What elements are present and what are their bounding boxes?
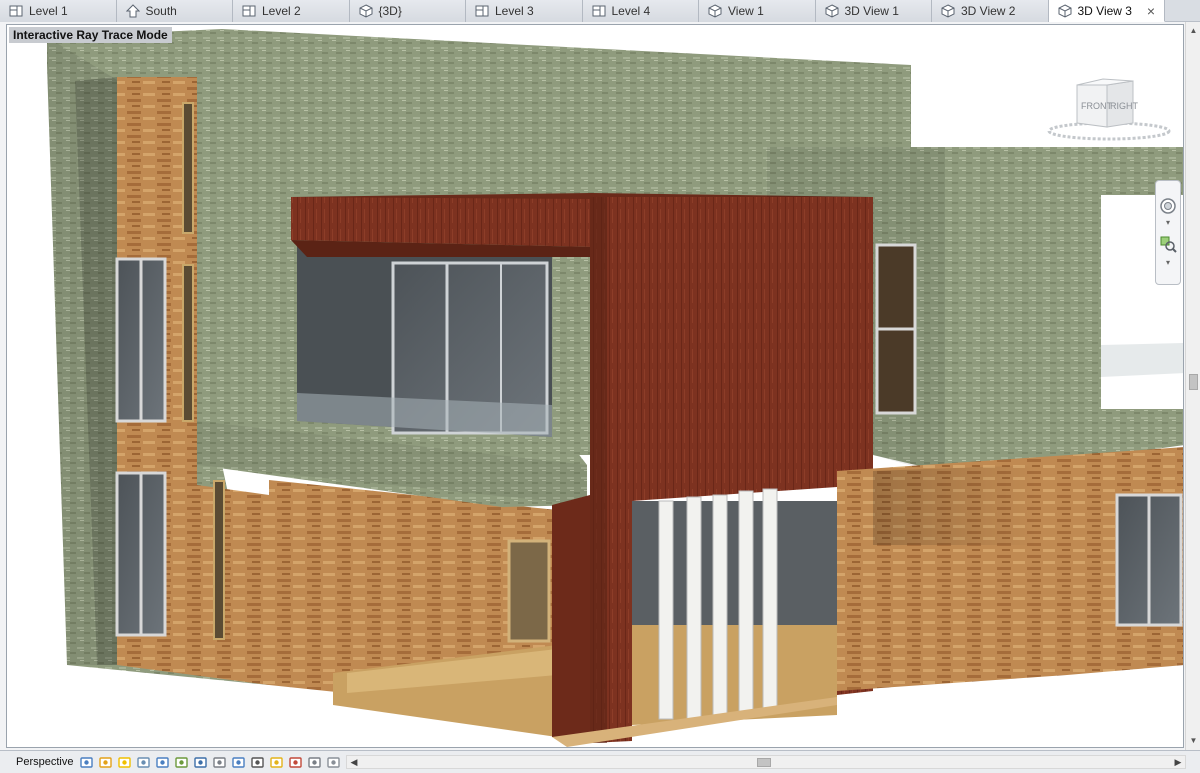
louver-fin-3 — [712, 494, 728, 718]
view-tab-level-3[interactable]: Level 3 — [466, 0, 583, 22]
shadows-icon[interactable] — [116, 754, 132, 770]
view-tab-label: Level 2 — [262, 4, 301, 18]
louver-fin-4 — [738, 490, 754, 714]
sun-path-icon[interactable] — [97, 754, 113, 770]
3d-view-icon — [941, 4, 955, 18]
steering-menu-arrow-icon[interactable]: ▾ — [1164, 219, 1172, 227]
scroll-left-icon[interactable]: ◀ — [349, 758, 359, 767]
view-tab-3d-view-1[interactable]: 3D View 1 — [815, 0, 932, 22]
vertical-scroll-thumb[interactable] — [1189, 374, 1198, 390]
louver-fin-1 — [658, 500, 674, 720]
drawing-canvas[interactable]: Interactive Ray Trace Mode FRONT RIGHT ▾… — [6, 24, 1184, 748]
3d-view-icon — [708, 4, 722, 18]
lightbulb-icon[interactable] — [268, 754, 284, 770]
floor-plan-icon — [475, 4, 489, 18]
constraints-icon[interactable] — [325, 754, 341, 770]
viewport: Interactive Ray Trace Mode FRONT RIGHT ▾… — [0, 22, 1200, 750]
3d-view-icon — [825, 4, 839, 18]
floor-plan-icon — [242, 4, 256, 18]
view-control-bar: Perspective ◀ ▶ — [0, 750, 1200, 773]
view-tab-label: Level 3 — [495, 4, 534, 18]
zoom-menu-arrow-icon[interactable]: ▾ — [1164, 259, 1172, 267]
visual-style-icon[interactable] — [78, 754, 94, 770]
navigation-bar: ▾ ▾ — [1155, 180, 1181, 285]
3d-model-render[interactable] — [7, 25, 1184, 748]
highlight-icon[interactable] — [306, 754, 322, 770]
view-tab-label: South — [145, 4, 177, 18]
worksharing-icon[interactable] — [249, 754, 265, 770]
view-type-label: Perspective — [16, 756, 74, 768]
view-control-icons — [74, 754, 341, 770]
viewcube[interactable]: FRONT RIGHT — [1041, 75, 1171, 145]
horizontal-scroll-thumb[interactable] — [757, 758, 771, 767]
view-tab-label: Level 4 — [611, 4, 651, 18]
analysis-icon[interactable] — [287, 754, 303, 770]
viewcube-right-label: RIGHT — [1110, 101, 1139, 111]
scroll-up-icon[interactable]: ▲ — [1189, 26, 1198, 35]
view-tab-south[interactable]: South — [116, 0, 233, 22]
vertical-scrollbar[interactable]: ▲ ▼ — [1185, 22, 1200, 750]
louver-fin-5 — [762, 488, 778, 712]
reveal-hidden-icon[interactable] — [230, 754, 246, 770]
viewcube-front-label: FRONT — [1081, 101, 1112, 111]
floor-plan-icon — [592, 4, 606, 18]
3d-view-icon — [1058, 3, 1072, 18]
view-tab-label: Level 1 — [29, 4, 68, 18]
elevation-icon — [125, 4, 140, 18]
view-tab-level-2[interactable]: Level 2 — [233, 0, 350, 22]
louver-fin-2 — [686, 496, 702, 720]
view-tab-view-1[interactable]: View 1 — [699, 0, 816, 22]
patio-door — [507, 539, 551, 643]
render-icon[interactable] — [135, 754, 151, 770]
view-tab-label: {3D} — [378, 4, 402, 18]
red-canopy-front — [291, 197, 592, 247]
view-tab-3d[interactable]: {3D} — [349, 0, 466, 22]
view-tab-label: 3D View 1 — [844, 4, 899, 18]
view-tab-3d-view-2[interactable]: 3D View 2 — [932, 0, 1049, 22]
scroll-right-icon[interactable]: ▶ — [1173, 758, 1183, 767]
render-mode-label: Interactive Ray Trace Mode — [9, 27, 172, 43]
show-crop-icon[interactable] — [173, 754, 189, 770]
steering-wheel-icon[interactable] — [1159, 197, 1177, 215]
view-tab-label: View 1 — [728, 4, 764, 18]
view-tab-label: 3D View 3 — [1077, 3, 1132, 18]
view-tab-label: 3D View 2 — [961, 4, 1016, 18]
floor-plan-icon — [9, 4, 23, 18]
scroll-down-icon[interactable]: ▼ — [1189, 736, 1198, 745]
viewcube-icon[interactable]: FRONT RIGHT — [1041, 75, 1171, 145]
view-tab-level-1[interactable]: Level 1 — [0, 0, 117, 22]
temporary-hide-icon[interactable] — [211, 754, 227, 770]
view-tab-level-4[interactable]: Level 4 — [582, 0, 699, 22]
zoom-region-icon[interactable] — [1159, 235, 1177, 253]
crop-view-icon[interactable] — [154, 754, 170, 770]
horizontal-scrollbar[interactable]: ◀ ▶ — [346, 755, 1186, 769]
close-tab-icon[interactable]: × — [1144, 3, 1158, 19]
view-tab-bar: Level 1 South Level 2 {3D} Level 3 Level 4 Vie… — [0, 0, 1200, 22]
view-tab-3d-view-3[interactable]: 3D View 3 × — [1048, 0, 1165, 22]
3d-view-icon — [359, 4, 373, 18]
unlock-3d-icon[interactable] — [192, 754, 208, 770]
